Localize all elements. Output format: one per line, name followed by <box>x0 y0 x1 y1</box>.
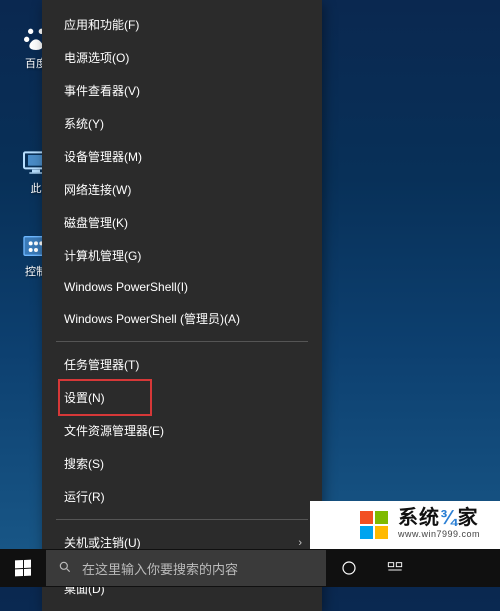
task-view-button[interactable] <box>372 549 418 587</box>
menu-separator <box>56 341 308 342</box>
menu-item-label: 计算机管理(G) <box>64 247 302 264</box>
watermark-main-prefix: 系统 <box>398 507 440 529</box>
menu-item[interactable]: 设置(N) <box>42 381 322 414</box>
menu-item[interactable]: Windows PowerShell(I) <box>42 272 322 302</box>
menu-item-label: 设置(N) <box>64 389 302 406</box>
menu-item[interactable]: 系统(Y) <box>42 107 322 140</box>
watermark-sub: www.win7999.com <box>398 530 480 539</box>
menu-item[interactable]: 文件资源管理器(E) <box>42 414 322 447</box>
chevron-right-icon: › <box>298 537 302 549</box>
cortana-button[interactable] <box>326 549 372 587</box>
watermark-main-suffix: 家 <box>458 507 479 529</box>
taskbar-search[interactable]: 在这里输入你要搜索的内容 <box>46 550 326 586</box>
menu-item-label: 电源选项(O) <box>64 49 302 66</box>
menu-item-label: Windows PowerShell (管理员)(A) <box>64 310 302 327</box>
menu-item-label: 事件查看器(V) <box>64 82 302 99</box>
watermark: 系统¾家 www.win7999.com <box>350 502 490 545</box>
winx-context-menu: 应用和功能(F) 电源选项(O) 事件查看器(V) 系统(Y) 设备管理器(M) 网络连接… <box>42 0 322 611</box>
menu-item[interactable]: 事件查看器(V) <box>42 74 322 107</box>
menu-item-label: 搜索(S) <box>64 455 302 472</box>
menu-item[interactable]: 运行(R) <box>42 480 322 513</box>
task-view-icon <box>385 560 405 576</box>
microsoft-logo-icon <box>360 511 388 539</box>
menu-item-label: 磁盘管理(K) <box>64 214 302 231</box>
menu-separator <box>56 519 308 520</box>
menu-item-label: 应用和功能(F) <box>64 16 302 33</box>
taskbar: 在这里输入你要搜索的内容 <box>0 549 500 587</box>
search-icon <box>58 560 72 577</box>
menu-item[interactable]: 磁盘管理(K) <box>42 206 322 239</box>
start-button[interactable] <box>0 549 46 587</box>
menu-item-label: 网络连接(W) <box>64 181 302 198</box>
windows-logo-icon <box>15 560 31 577</box>
menu-item[interactable]: 电源选项(O) <box>42 41 322 74</box>
watermark-text: 系统¾家 www.win7999.com <box>398 508 480 539</box>
menu-item-label: 系统(Y) <box>64 115 302 132</box>
cortana-icon <box>340 559 358 577</box>
menu-item[interactable]: 搜索(S) <box>42 447 322 480</box>
menu-item-label: 任务管理器(T) <box>64 356 302 373</box>
menu-item-label: Windows PowerShell(I) <box>64 280 302 294</box>
menu-item[interactable]: 设备管理器(M) <box>42 140 322 173</box>
menu-item[interactable]: 应用和功能(F) <box>42 8 322 41</box>
menu-item[interactable]: 网络连接(W) <box>42 173 322 206</box>
menu-item-label: 运行(R) <box>64 488 302 505</box>
menu-item[interactable]: 任务管理器(T) <box>42 348 322 381</box>
search-placeholder: 在这里输入你要搜索的内容 <box>82 559 238 578</box>
menu-item-label: 文件资源管理器(E) <box>64 422 302 439</box>
desktop: 百度 此 控制 应用和功能(F)电源选项(O)事件查看器(V)系统(Y)设备管理… <box>0 0 500 587</box>
menu-item-label: 设备管理器(M) <box>64 148 302 165</box>
menu-item[interactable]: 计算机管理(G) <box>42 239 322 272</box>
menu-item[interactable]: Windows PowerShell (管理员)(A) <box>42 302 322 335</box>
